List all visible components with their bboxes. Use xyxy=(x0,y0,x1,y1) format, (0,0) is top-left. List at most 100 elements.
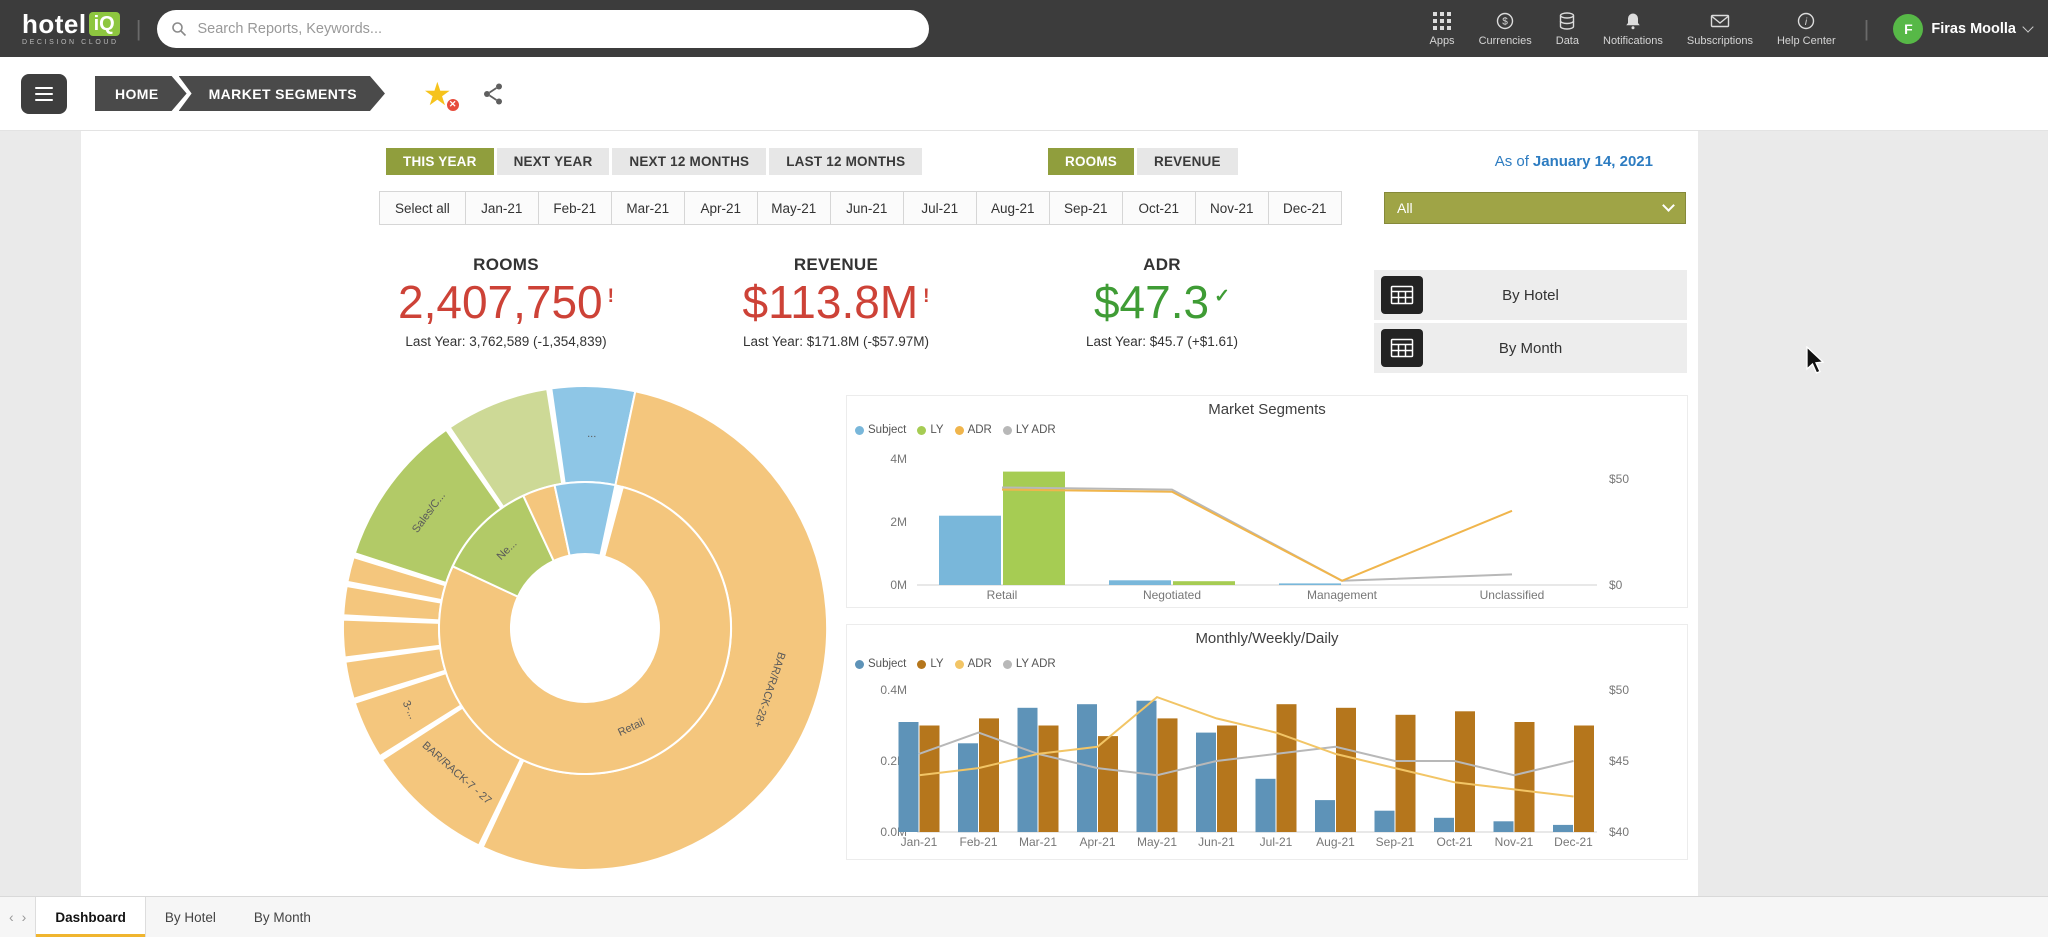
period-tab-last-12-months[interactable]: LAST 12 MONTHS xyxy=(769,148,923,175)
bar-subject[interactable] xyxy=(1136,700,1157,832)
month-chip-nov-21[interactable]: Nov-21 xyxy=(1194,191,1269,225)
legend-item-ly-adr[interactable]: LY ADR xyxy=(1002,658,1056,670)
tab-scroll-right[interactable]: › xyxy=(22,909,27,925)
as-of-prefix: As of xyxy=(1494,153,1529,170)
month-chip-jul-21[interactable]: Jul-21 xyxy=(902,191,977,225)
month-chip-mar-21[interactable]: Mar-21 xyxy=(610,191,685,225)
line-ly-adr[interactable] xyxy=(1001,486,1513,582)
period-tab-next-year[interactable]: NEXT YEAR xyxy=(496,148,610,175)
bar-ly[interactable] xyxy=(1098,736,1118,832)
legend-item-subject[interactable]: Subject xyxy=(855,424,906,436)
svg-text:Dec-21: Dec-21 xyxy=(1554,835,1593,849)
bar-ly[interactable] xyxy=(1217,725,1237,833)
bar-subject[interactable] xyxy=(1196,732,1216,832)
logo-iq-badge: iQ xyxy=(88,12,120,36)
nav-currencies[interactable]: $ Currencies xyxy=(1467,11,1544,47)
bottom-tab-dashboard[interactable]: Dashboard xyxy=(35,897,146,937)
bar-ly[interactable] xyxy=(1038,725,1059,833)
app-logo[interactable]: hotel iQ DECISION CLOUD xyxy=(22,11,120,46)
legend-item-adr[interactable]: ADR xyxy=(954,424,992,436)
bar-subject[interactable] xyxy=(1255,778,1276,833)
nav-apps[interactable]: Apps xyxy=(1417,11,1466,47)
share-button[interactable] xyxy=(482,82,504,106)
svg-text:i: i xyxy=(1805,17,1808,28)
legend-item-adr[interactable]: ADR xyxy=(954,658,992,670)
nav-help-center[interactable]: i Help Center xyxy=(1765,11,1848,47)
month-chip-sep-21[interactable]: Sep-21 xyxy=(1048,191,1123,225)
bar-ly[interactable] xyxy=(919,725,940,833)
period-tab-this-year[interactable]: THIS YEAR xyxy=(386,148,494,175)
svg-text:Jun-21: Jun-21 xyxy=(1198,835,1235,849)
bar-subject[interactable] xyxy=(939,515,1001,585)
global-search[interactable] xyxy=(157,9,930,48)
nav-data[interactable]: Data xyxy=(1544,11,1591,47)
month-chip-apr-21[interactable]: Apr-21 xyxy=(683,191,758,225)
breadcrumb-market-segments[interactable]: MARKET SEGMENTS xyxy=(179,76,385,111)
logo-text: hotel xyxy=(22,9,87,39)
bar-subject[interactable] xyxy=(1553,824,1573,832)
user-menu[interactable]: F Firas Moolla xyxy=(1893,13,2034,44)
bar-subject[interactable] xyxy=(1315,800,1335,832)
line-adr[interactable] xyxy=(1001,488,1513,582)
legend-item-subject[interactable]: Subject xyxy=(855,658,906,670)
svg-text:Unclassified: Unclassified xyxy=(1480,588,1545,602)
bottom-tab-by-hotel[interactable]: By Hotel xyxy=(146,897,235,937)
bar-subject[interactable] xyxy=(1374,810,1395,832)
favorite-button[interactable]: ★ ✕ xyxy=(423,78,461,113)
metric-tab-rooms[interactable]: ROOMS xyxy=(1048,148,1135,175)
bar-subject[interactable] xyxy=(1109,580,1171,585)
svg-text:$0: $0 xyxy=(1609,578,1623,592)
month-chip-may-21[interactable]: May-21 xyxy=(756,191,831,225)
share-icon xyxy=(483,83,502,104)
hotel-dropdown-value: All xyxy=(1397,200,1413,216)
period-tab-next-12-months[interactable]: NEXT 12 MONTHS xyxy=(612,148,767,175)
line-ly-adr[interactable] xyxy=(918,731,1574,777)
bar-subject[interactable] xyxy=(1279,583,1341,585)
svg-text:May-21: May-21 xyxy=(1137,835,1177,849)
bar-ly[interactable] xyxy=(1514,722,1535,832)
month-chip-jun-21[interactable]: Jun-21 xyxy=(829,191,904,225)
bar-subject[interactable] xyxy=(1493,821,1514,832)
bar-ly[interactable] xyxy=(1336,707,1356,832)
bar-ly[interactable] xyxy=(1574,725,1594,833)
month-chip-feb-21[interactable]: Feb-21 xyxy=(537,191,612,225)
bar-ly[interactable] xyxy=(1276,704,1297,832)
nav-notifications[interactable]: Notifications xyxy=(1591,11,1675,47)
chevron-down-icon xyxy=(1662,199,1675,212)
chart-legend: Subject LY ADR LY ADR xyxy=(855,658,1056,670)
select-all-chip[interactable]: Select all xyxy=(379,191,466,225)
kpi-value: $47.3 ✓ xyxy=(1093,276,1231,328)
sunburst-label: ... xyxy=(587,428,597,440)
side-button-by-month[interactable]: By Month xyxy=(1374,323,1687,373)
bar-ly[interactable] xyxy=(1395,714,1416,832)
bar-ly[interactable] xyxy=(1455,711,1475,832)
bar-subject[interactable] xyxy=(1017,707,1038,832)
kpi-adr: ADR $47.3 ✓ Last Year: $45.7 (+$1.61) xyxy=(1022,255,1302,349)
legend-item-ly[interactable]: LY xyxy=(917,658,944,670)
hotel-dropdown[interactable]: All xyxy=(1384,192,1686,224)
svg-text:Negotiated: Negotiated xyxy=(1143,588,1201,602)
content-area: THIS YEAR NEXT YEAR NEXT 12 MONTHS LAST 12 … xyxy=(0,131,2048,896)
bar-subject[interactable] xyxy=(1434,817,1454,832)
nav-subscriptions[interactable]: Subscriptions xyxy=(1675,11,1765,47)
legend-item-ly-adr[interactable]: LY ADR xyxy=(1002,424,1056,436)
tab-scroll-left[interactable]: ‹ xyxy=(9,909,14,925)
bar-ly[interactable] xyxy=(1173,581,1235,585)
side-button-by-hotel[interactable]: By Hotel xyxy=(1374,270,1687,320)
breadcrumb-home[interactable]: HOME xyxy=(95,76,187,111)
search-input[interactable] xyxy=(195,19,916,38)
bar-subject[interactable] xyxy=(958,743,978,833)
month-chip-aug-21[interactable]: Aug-21 xyxy=(975,191,1050,225)
month-chip-oct-21[interactable]: Oct-21 xyxy=(1121,191,1196,225)
legend-item-ly[interactable]: LY xyxy=(917,424,944,436)
period-tabs: THIS YEAR NEXT YEAR NEXT 12 MONTHS LAST 12 … xyxy=(386,148,923,175)
month-chip-dec-21[interactable]: Dec-21 xyxy=(1267,191,1342,225)
bottom-tab-by-month[interactable]: By Month xyxy=(235,897,330,937)
month-chip-jan-21[interactable]: Jan-21 xyxy=(464,191,539,225)
kpi-value: $113.8M! xyxy=(742,276,930,328)
remove-favorite-badge[interactable]: ✕ xyxy=(444,96,461,113)
svg-text:$40: $40 xyxy=(1609,825,1629,839)
menu-button[interactable] xyxy=(21,73,67,114)
metric-tab-revenue[interactable]: REVENUE xyxy=(1137,148,1238,175)
bar-subject[interactable] xyxy=(898,722,919,832)
